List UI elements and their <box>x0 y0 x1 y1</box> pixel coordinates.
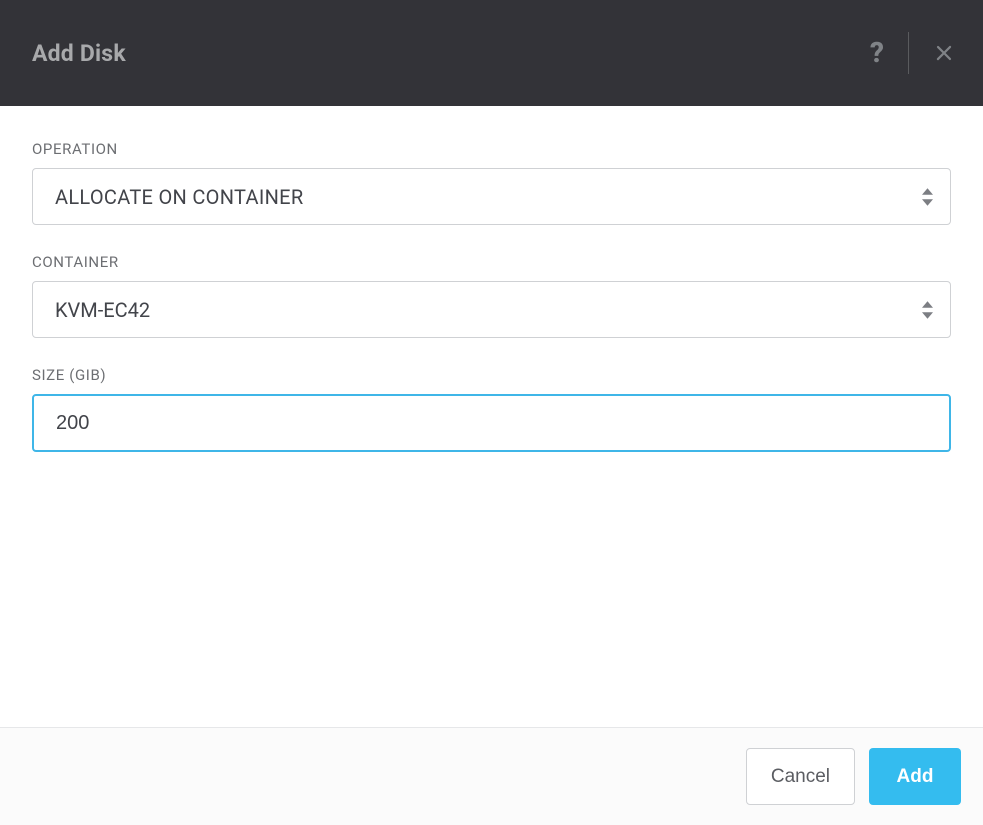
size-label: SIZE (GIB) <box>32 366 951 384</box>
help-icon[interactable]: ? <box>846 32 908 74</box>
container-select-value: KVM-EC42 <box>55 298 150 322</box>
container-field: CONTAINER KVM-EC42 <box>32 253 951 338</box>
operation-field: OPERATION ALLOCATE ON CONTAINER <box>32 140 951 225</box>
container-label: CONTAINER <box>32 253 951 271</box>
operation-select[interactable]: ALLOCATE ON CONTAINER <box>32 168 951 225</box>
dialog-footer: Cancel Add <box>0 727 983 825</box>
add-disk-dialog: Add Disk ? OPERATION ALLOCATE ON CONTAIN… <box>0 0 983 825</box>
operation-select-value: ALLOCATE ON CONTAINER <box>55 185 303 209</box>
dialog-body: OPERATION ALLOCATE ON CONTAINER CONTAINE… <box>0 106 983 727</box>
operation-label: OPERATION <box>32 140 951 158</box>
cancel-button[interactable]: Cancel <box>746 748 855 805</box>
size-input[interactable] <box>32 394 951 452</box>
close-icon[interactable] <box>909 40 957 66</box>
container-select-wrap: KVM-EC42 <box>32 281 951 338</box>
dialog-header: Add Disk ? <box>0 0 983 106</box>
size-field: SIZE (GIB) <box>32 366 951 452</box>
header-actions: ? <box>846 0 957 106</box>
container-select[interactable]: KVM-EC42 <box>32 281 951 338</box>
operation-select-wrap: ALLOCATE ON CONTAINER <box>32 168 951 225</box>
add-button[interactable]: Add <box>869 748 961 805</box>
dialog-title: Add Disk <box>32 40 126 67</box>
